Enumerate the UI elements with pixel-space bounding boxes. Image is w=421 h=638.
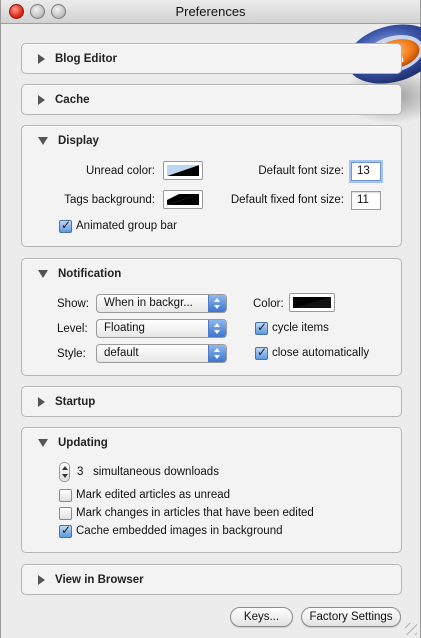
disclosure-triangle-icon xyxy=(38,575,45,585)
simultaneous-downloads-value[interactable]: 3 xyxy=(77,466,83,478)
display-title: Display xyxy=(58,135,99,147)
cache-images-checkbox[interactable]: ✓ xyxy=(59,523,72,538)
tags-background-label: Tags background: xyxy=(64,194,155,206)
window-title: Preferences xyxy=(175,4,246,19)
updating-panel: Updating 3 simultaneous downloads Mark e… xyxy=(21,427,402,553)
notification-disclosure[interactable]: Notification xyxy=(22,259,401,289)
cache-images-label: Cache embedded images in background xyxy=(76,525,283,537)
checkmark-icon: ✓ xyxy=(61,218,72,232)
disclosure-triangle-icon xyxy=(38,95,45,105)
disclosure-triangle-icon xyxy=(38,397,45,407)
style-label: Style: xyxy=(57,348,86,360)
cache-panel: Cache xyxy=(21,84,402,115)
style-popup-value: default xyxy=(104,347,139,359)
checkmark-icon: ✓ xyxy=(257,345,268,359)
blog-editor-disclosure[interactable]: Blog Editor xyxy=(22,44,401,74)
keys-button[interactable]: Keys... xyxy=(230,607,293,627)
level-popup-value: Floating xyxy=(104,322,145,334)
display-disclosure[interactable]: Display xyxy=(22,126,401,156)
close-automatically-checkbox[interactable]: ✓ xyxy=(255,345,268,360)
cache-title: Cache xyxy=(55,94,90,106)
view-in-browser-title: View in Browser xyxy=(55,574,144,586)
disclosure-triangle-icon xyxy=(38,439,48,447)
mark-changes-checkbox[interactable] xyxy=(59,507,72,520)
notification-color-well[interactable] xyxy=(289,293,335,312)
view-in-browser-panel: View in Browser xyxy=(21,564,402,595)
resize-grip-icon[interactable] xyxy=(405,623,417,635)
color-swatch-icon xyxy=(293,297,331,308)
display-panel: Display Unread color: Default font size:… xyxy=(21,125,402,247)
blog-editor-panel: Blog Editor xyxy=(21,43,402,74)
style-popup[interactable]: default xyxy=(96,344,227,363)
cache-disclosure[interactable]: Cache xyxy=(22,85,401,115)
show-label: Show: xyxy=(57,298,89,310)
mark-edited-unread-checkbox[interactable] xyxy=(59,489,72,502)
cycle-items-label: cycle items xyxy=(272,322,329,334)
disclosure-triangle-icon xyxy=(38,137,48,145)
close-automatically-label: close automatically xyxy=(272,347,370,359)
disclosure-triangle-icon xyxy=(38,54,45,64)
startup-title: Startup xyxy=(55,396,96,408)
close-window-button[interactable] xyxy=(9,4,24,19)
popup-arrows-icon xyxy=(208,295,226,312)
popup-arrows-icon xyxy=(208,320,226,337)
cycle-items-checkbox[interactable]: ✓ xyxy=(255,320,268,335)
level-popup[interactable]: Floating xyxy=(96,319,227,338)
stepper-down-icon[interactable] xyxy=(62,474,68,478)
startup-disclosure[interactable]: Startup xyxy=(22,387,401,417)
stepper-up-icon[interactable] xyxy=(62,466,68,470)
default-font-size-label: Default font size: xyxy=(258,165,344,177)
default-font-size-field[interactable]: 13 xyxy=(351,162,381,181)
unread-color-label: Unread color: xyxy=(85,165,155,177)
show-popup-value: When in backgr... xyxy=(104,297,193,309)
checkmark-icon: ✓ xyxy=(257,320,268,334)
blog-editor-title: Blog Editor xyxy=(55,53,117,65)
mark-changes-label: Mark changes in articles that have been … xyxy=(76,507,314,519)
default-fixed-font-size-field[interactable]: 11 xyxy=(351,191,381,210)
updating-title: Updating xyxy=(58,437,108,449)
animated-group-bar-label: Animated group bar xyxy=(76,220,178,232)
updating-disclosure[interactable]: Updating xyxy=(22,428,401,458)
minimize-window-button[interactable] xyxy=(30,4,45,19)
simultaneous-downloads-label: simultaneous downloads xyxy=(93,466,219,478)
color-label: Color: xyxy=(253,298,284,310)
animated-group-bar-checkbox[interactable]: ✓ xyxy=(59,218,72,233)
simultaneous-downloads-stepper[interactable] xyxy=(59,462,70,482)
mark-edited-unread-label: Mark edited articles as unread xyxy=(76,489,231,501)
factory-settings-button[interactable]: Factory Settings xyxy=(301,607,401,627)
notification-panel: Notification Show: When in backgr... Col… xyxy=(21,258,402,376)
show-popup[interactable]: When in backgr... xyxy=(96,294,227,313)
popup-arrows-icon xyxy=(208,345,226,362)
preferences-window: Preferences Blog Editor Cache Display Un… xyxy=(0,0,421,638)
level-label: Level: xyxy=(57,323,88,335)
zoom-window-button[interactable] xyxy=(51,4,66,19)
disclosure-triangle-icon xyxy=(38,270,48,278)
checkmark-icon: ✓ xyxy=(61,523,72,537)
startup-panel: Startup xyxy=(21,386,402,417)
notification-title: Notification xyxy=(58,268,122,280)
default-fixed-font-size-label: Default fixed font size: xyxy=(230,194,344,206)
view-in-browser-disclosure[interactable]: View in Browser xyxy=(22,565,401,595)
